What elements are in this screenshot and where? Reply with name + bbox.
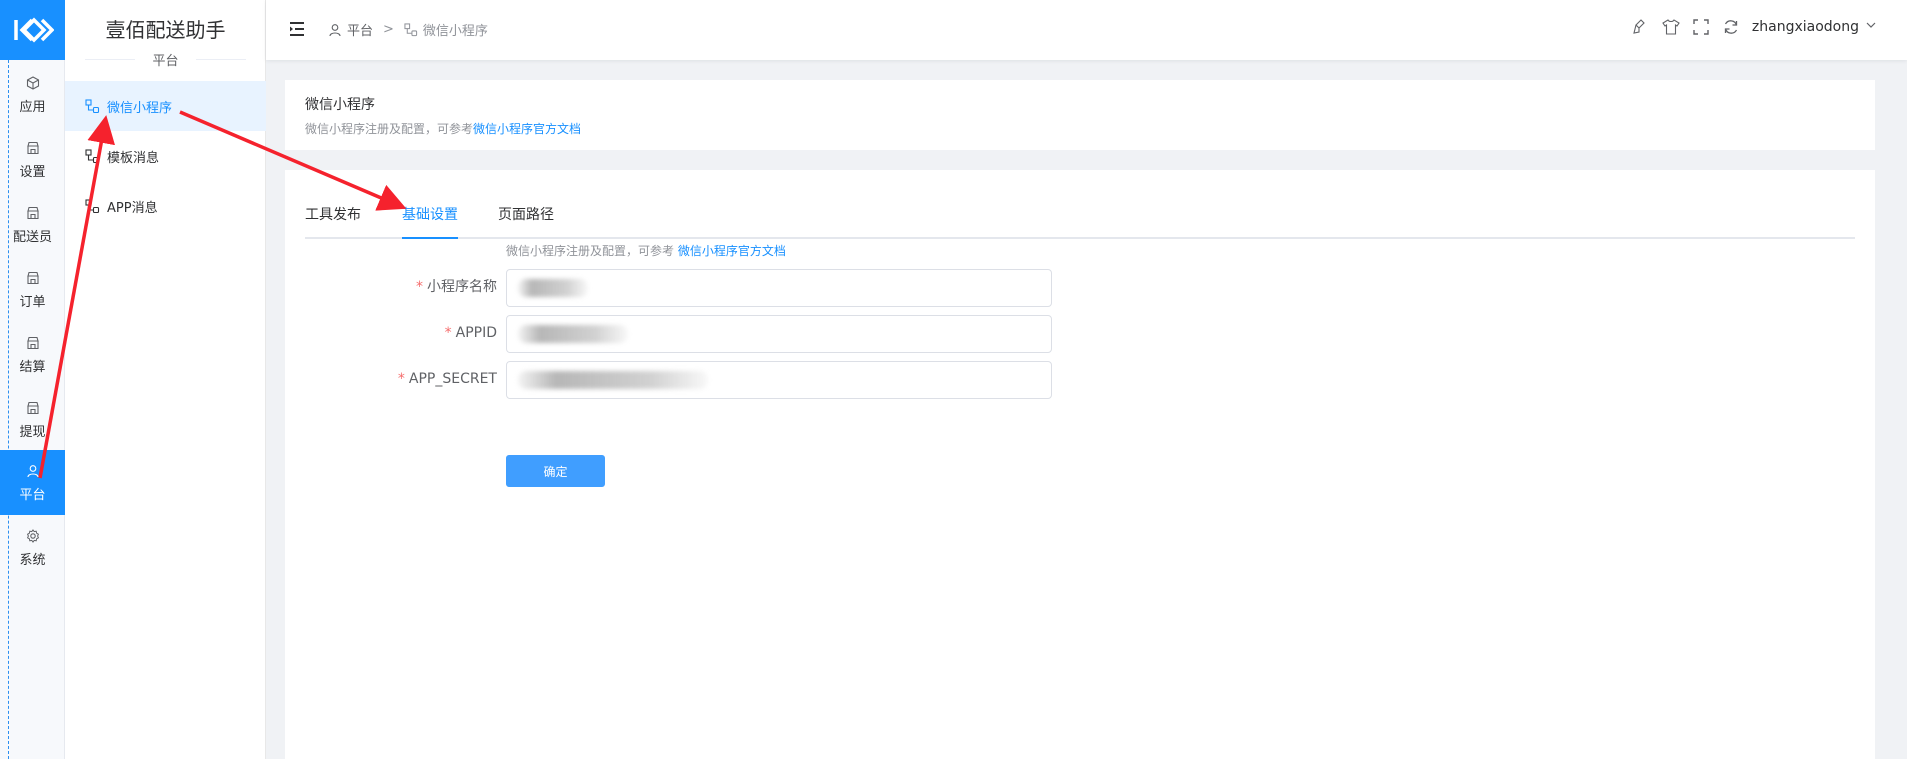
breadcrumb-label: 微信小程序 [422,24,488,39]
theme-shirt-icon[interactable] [1662,18,1680,36]
store-icon [25,140,41,156]
rail-item-label: 提现 [19,424,46,440]
store-icon [25,400,41,416]
submenu-item-label: 微信小程序 [107,100,173,116]
user-icon [25,463,41,479]
app-title: 壹佰配送助手 [105,18,226,42]
submenu-item-wechat-miniprogram[interactable]: 微信小程序 [65,81,266,131]
store-icon [25,270,41,286]
form-label-appid: * APPID [285,315,497,351]
form-hint: 微信小程序注册及配置，可参考 微信小程序官方文档 [506,242,786,259]
required-mark: * [444,325,452,341]
rail-item-app[interactable]: 应用 [0,62,65,127]
menu-toggle-icon[interactable] [288,20,306,38]
form-label-secret: * APP_SECRET [285,361,497,397]
header-actions: zhangxiaodong [1632,18,1877,36]
component-icon [85,98,101,114]
rail-item-label: 系统 [19,552,46,568]
submenu-item-app-message[interactable]: APP消息 [65,181,266,231]
tabs: 工具发布 基础设置 页面路径 [305,200,1855,239]
submenu-item-template-message[interactable]: 模板消息 [65,131,266,181]
component-icon [85,148,101,164]
user-menu[interactable]: zhangxiaodong [1752,19,1877,35]
settings-card: 工具发布 基础设置 页面路径 微信小程序注册及配置，可参考 微信小程序官方文档 … [285,170,1875,759]
clear-cache-icon[interactable] [1632,18,1650,36]
form-row-appid: * APPID [285,315,1285,355]
page-title: 微信小程序 [305,97,375,113]
page-description: 微信小程序注册及配置，可参考微信小程序官方文档 [305,120,1855,137]
rail-item-withdraw[interactable]: 提现 [0,387,65,452]
rail-item-orders[interactable]: 订单 [0,257,65,322]
form-row-name: * 小程序名称 [285,269,1285,309]
breadcrumb-label: 平台 [347,24,374,39]
docs-link[interactable]: 微信小程序官方文档 [473,122,581,136]
rail-item-label: 平台 [19,487,46,503]
tab-tool-publish[interactable]: 工具发布 [305,200,361,239]
rail-item-system[interactable]: 系统 [0,515,65,580]
submenu: 壹佰配送助手 平台 微信小程序 模板消息 APP消息 [65,0,266,759]
chevron-down-icon [1865,19,1877,35]
miniprogram-name-input[interactable] [506,269,1052,307]
breadcrumb-separator: > [383,22,394,37]
rail-item-label: 配送员 [12,229,52,245]
rail-item-label: 订单 [19,294,46,310]
page-description-text: 微信小程序注册及配置，可参考 [305,122,474,136]
rail-item-platform[interactable]: 平台 [0,450,65,515]
submenu-item-label: APP消息 [107,200,158,216]
form-docs-link[interactable]: 微信小程序官方文档 [678,244,786,258]
rail-item-settings[interactable]: 设置 [0,127,65,192]
confirm-button[interactable]: 确定 [506,455,605,487]
required-mark: * [397,371,405,387]
required-mark: * [416,279,423,295]
breadcrumb-item-current: 微信小程序 [404,20,488,39]
appid-input[interactable] [506,315,1052,353]
form-hint-text: 微信小程序注册及配置，可参考 [506,244,675,258]
label-text: APP_SECRET [408,371,497,387]
breadcrumb: 平台 > 微信小程序 [328,20,488,39]
rail-item-courier[interactable]: 配送员 [0,192,65,257]
form-label-name: * 小程序名称 [285,269,497,305]
breadcrumb-item-platform[interactable]: 平台 [328,20,373,39]
username: zhangxiaodong [1751,19,1859,35]
rail-item-label: 结算 [19,359,46,375]
section-title: 平台 [65,50,266,69]
rail-item-label: 设置 [19,164,46,180]
tab-basic-settings[interactable]: 基础设置 [402,200,458,239]
label-text: 小程序名称 [427,279,497,295]
submenu-item-label: 模板消息 [107,150,160,166]
logo-icon [13,17,54,43]
form-row-secret: * APP_SECRET [285,361,1285,401]
refresh-icon[interactable] [1722,18,1740,36]
icon-rail: 应用 设置 配送员 订单 结算 提现 平台 系统 [0,0,65,759]
rail-item-label: 应用 [19,99,46,115]
tab-page-path[interactable]: 页面路径 [498,200,554,239]
cube-icon [25,75,41,91]
label-text: APPID [455,325,497,341]
component-icon [85,198,101,214]
rail-item-settlement[interactable]: 结算 [0,322,65,387]
info-card: 微信小程序 微信小程序注册及配置，可参考微信小程序官方文档 [285,80,1875,150]
app-logo[interactable] [0,0,65,60]
store-icon [25,205,41,221]
component-icon [404,22,419,37]
user-icon [328,22,343,37]
app-secret-input[interactable] [506,361,1052,399]
store-icon [25,335,41,351]
fullscreen-icon[interactable] [1692,18,1710,36]
gear-icon [25,528,41,544]
top-header: 平台 > 微信小程序 zhangxiaodong [266,0,1907,60]
